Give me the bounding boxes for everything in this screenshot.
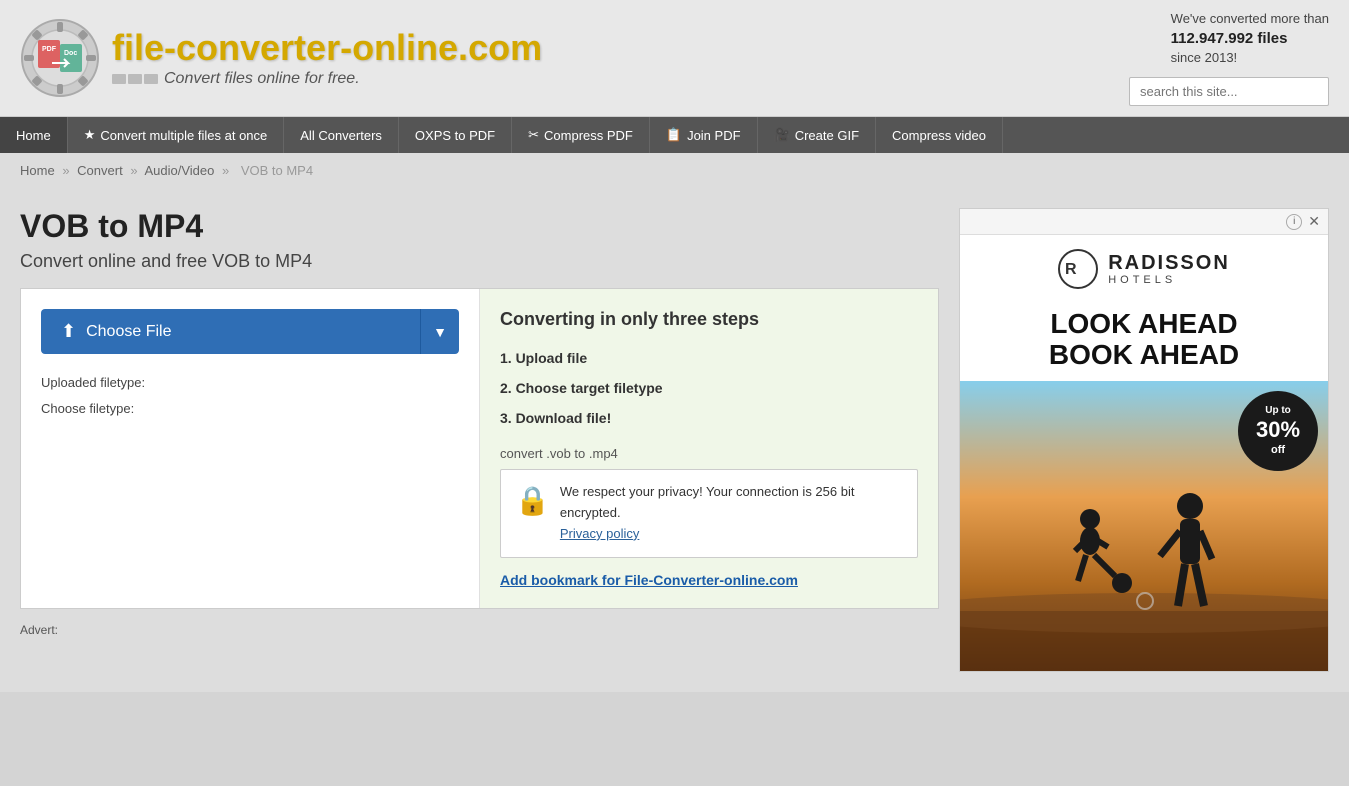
ad-close-icon[interactable]: ✕ [1308,213,1320,230]
nav-label-oxps: OXPS to PDF [415,128,495,143]
steps-title: Converting in only three steps [500,309,918,330]
choose-file-button-wrap: ⬆ Choose File ▼ [41,309,459,354]
converter-area: ⬆ Choose File ▼ Uploaded filetype: Choos… [20,288,939,608]
privacy-text: We respect your privacy! Your connection… [560,482,903,544]
breadcrumb-convert[interactable]: Convert [77,163,123,178]
left-content: VOB to MP4 Convert online and free VOB t… [20,208,939,672]
header-right: We've converted more than 112.947.992 fi… [1129,10,1329,106]
svg-text:R: R [1065,261,1077,278]
logo-text-area: file-converter-online.com Convert files … [112,28,542,88]
convert-label: convert .vob to .mp4 [500,446,918,461]
radisson-name-block: RADISSON HOTELS [1108,252,1230,286]
star-icon: ★ [84,127,96,143]
logo-area: PDF Doc file-converter-online.com Conver… [20,18,542,98]
nav-item-home[interactable]: Home [0,117,68,153]
breadcrumb-audiovideo[interactable]: Audio/Video [144,163,214,178]
nav-item-join-pdf[interactable]: 📋 Join PDF [650,117,758,153]
radisson-sub: HOTELS [1108,274,1230,286]
svg-text:Doc: Doc [64,50,77,57]
nav-item-compress-pdf[interactable]: ✂ Compress PDF [512,117,650,153]
ad-info-icon[interactable]: i [1286,214,1302,230]
upload-info: Uploaded filetype: Choose filetype: [41,370,459,422]
conversion-count: We've converted more than 112.947.992 fi… [1171,10,1329,67]
discount-prefix: Up to [1265,405,1291,417]
silhouettes [960,451,1328,671]
camera-icon: 🎥 [774,127,790,143]
advert-label: Advert: [20,619,939,637]
upload-panel: ⬆ Choose File ▼ Uploaded filetype: Choos… [21,289,480,607]
breadcrumb-home[interactable]: Home [20,163,55,178]
choose-file-button[interactable]: ⬆ Choose File [41,309,420,354]
bookmark-link[interactable]: Add bookmark for File-Converter-online.c… [500,572,918,588]
choose-file-label: Choose File [86,323,171,341]
main-content: VOB to MP4 Convert online and free VOB t… [0,188,1349,692]
step-2: 2. Choose target filetype [500,374,918,402]
breadcrumb-sep3: » [222,163,229,178]
uploaded-filetype-label: Uploaded filetype: [41,370,459,396]
nav-label-multiple: Convert multiple files at once [100,128,267,143]
ad-image-area[interactable]: Up to 30% off [960,381,1328,671]
step-1: 1. Upload file [500,344,918,372]
radisson-header: R RADISSON HOTELS [960,235,1328,299]
nav-item-compress-video[interactable]: Compress video [876,117,1003,153]
lock-icon: 🔒 [515,484,550,517]
step-3: 3. Download file! [500,404,918,432]
steps-list: 1. Upload file 2. Choose target filetype… [500,344,918,432]
site-subtitle: Convert files online for free. [112,70,542,88]
subtitle-icons [112,74,158,84]
page-subtitle: Convert online and free VOB to MP4 [20,251,939,272]
ad-panel: i ✕ R RADISSON HOTELS LOOK AHEAD [959,208,1329,672]
nav-label-compress-pdf: Compress PDF [544,128,633,143]
discount-percent: 30% [1256,417,1300,443]
nav-label-home: Home [16,128,51,143]
chevron-down-icon: ▼ [433,324,447,340]
nav-label-all: All Converters [300,128,382,143]
breadcrumb-sep1: » [62,163,69,178]
discount-suffix: off [1271,444,1285,457]
nav-label-join-pdf: Join PDF [687,128,740,143]
ad-content: R RADISSON HOTELS LOOK AHEAD BOOK AHEAD … [960,235,1328,671]
breadcrumb-sep2: » [130,163,137,178]
nav-label-compress-video: Compress video [892,128,986,143]
ad-box: i ✕ R RADISSON HOTELS LOOK AHEAD [959,208,1329,672]
ad-headline: LOOK AHEAD BOOK AHEAD [960,299,1328,381]
privacy-policy-link[interactable]: Privacy policy [560,526,639,541]
ad-top-bar: i ✕ [960,209,1328,235]
nav-item-all-converters[interactable]: All Converters [284,117,399,153]
nav-item-create-gif[interactable]: 🎥 Create GIF [758,117,876,153]
ad-discount-badge: Up to 30% off [1238,391,1318,471]
breadcrumb: Home » Convert » Audio/Video » VOB to MP… [0,153,1349,188]
steps-panel: Converting in only three steps 1. Upload… [480,289,938,607]
main-nav: Home ★ Convert multiple files at once Al… [0,117,1349,153]
choose-filetype-label: Choose filetype: [41,396,459,422]
svg-text:PDF: PDF [42,46,57,53]
choose-file-dropdown-button[interactable]: ▼ [420,309,459,354]
subtitle-text: Convert files online for free. [164,70,360,88]
nav-item-multiple[interactable]: ★ Convert multiple files at once [68,117,285,153]
nav-item-oxps[interactable]: OXPS to PDF [399,117,512,153]
breadcrumb-current: VOB to MP4 [241,163,313,178]
scissors-icon: ✂ [528,127,539,143]
nav-label-create-gif: Create GIF [795,128,859,143]
clipboard-icon: 📋 [666,127,682,143]
site-header: PDF Doc file-converter-online.com Conver… [0,0,1349,117]
logo-icon: PDF Doc [20,18,100,98]
site-title[interactable]: file-converter-online.com [112,28,542,68]
page-title: VOB to MP4 [20,208,939,245]
radisson-logo-icon: R [1058,249,1098,289]
radisson-brand: RADISSON [1108,252,1230,274]
upload-icon: ⬆ [61,321,76,342]
privacy-box: 🔒 We respect your privacy! Your connecti… [500,469,918,557]
search-input[interactable] [1129,77,1329,106]
